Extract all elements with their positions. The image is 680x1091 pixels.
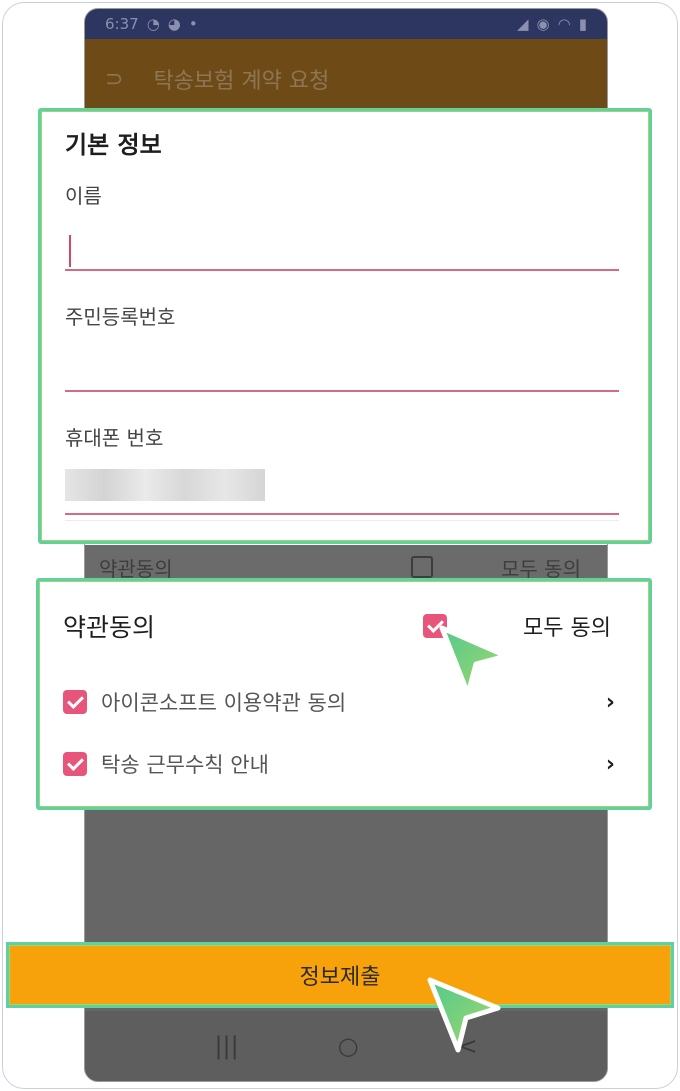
phone-field: 휴대폰 번호 <box>65 422 623 515</box>
battery-icon: ▮ <box>578 15 587 33</box>
rrn-label: 주민등록번호 <box>65 305 176 329</box>
location-icon: ◉ <box>536 15 550 33</box>
submit-label: 정보제출 <box>299 965 381 990</box>
nav-bar: ||| ○ < <box>85 1011 607 1081</box>
terms-header: 약관동의 모두 동의 <box>63 581 625 671</box>
checkbox-empty-icon <box>410 556 433 578</box>
submit-button[interactable]: 정보제출 <box>6 942 674 1008</box>
term-label: 아이콘소프트 이용약관 동의 <box>101 691 347 715</box>
signal-icon: ◢ <box>517 15 529 33</box>
basic-info-panel: 기본 정보 이름 주민등록번호 휴대폰 번호 <box>38 108 652 544</box>
text-caret <box>69 235 71 267</box>
cursor-arrow-icon <box>427 977 501 1053</box>
message-icon: ◕ <box>167 15 181 33</box>
status-time: 6:37 <box>105 15 139 33</box>
name-input[interactable] <box>65 209 619 271</box>
back-icon[interactable]: ⊃ <box>105 67 123 92</box>
term-checkbox[interactable] <box>63 752 87 776</box>
term-label: 탁송 근무수칙 안내 <box>101 753 269 777</box>
status-bar: 6:37 ◔ ◕ • ◢ ◉ ◠ ▮ <box>85 9 607 39</box>
blurred-phone-value <box>65 469 265 501</box>
chevron-right-icon[interactable]: › <box>606 690 615 715</box>
term-item[interactable]: 탁송 근무수칙 안내 › <box>63 733 625 795</box>
name-field: 이름 <box>65 180 623 271</box>
agree-all-label[interactable]: 모두 동의 <box>523 610 611 642</box>
app-bar: ⊃ 탁송보험 계약 요청 <box>85 39 607 119</box>
phone-label: 휴대폰 번호 <box>65 426 164 450</box>
divider <box>65 520 619 521</box>
rrn-input[interactable] <box>65 330 619 392</box>
phone-input[interactable] <box>65 451 619 515</box>
chevron-right-icon[interactable]: › <box>606 752 615 777</box>
term-checkbox[interactable] <box>63 690 87 714</box>
rrn-field: 주민등록번호 <box>65 301 623 392</box>
terms-panel: 약관동의 모두 동의 아이콘소프트 이용약관 동의 › 탁송 근무수칙 안내 › <box>36 578 652 810</box>
term-item[interactable]: 아이콘소프트 이용약관 동의 › <box>63 671 625 733</box>
name-label: 이름 <box>65 184 102 208</box>
home-icon[interactable]: ○ <box>338 1032 359 1060</box>
wifi-icon: ◠ <box>557 15 571 33</box>
cursor-arrow-icon <box>439 625 509 697</box>
recent-apps-icon[interactable]: ||| <box>214 1032 238 1060</box>
terms-title: 약관동의 <box>63 613 156 642</box>
notification-icon: ◔ <box>146 15 160 33</box>
app-title: 탁송보험 계약 요청 <box>153 69 330 94</box>
dot-icon: • <box>188 15 198 33</box>
basic-info-title: 기본 정보 <box>65 131 162 159</box>
